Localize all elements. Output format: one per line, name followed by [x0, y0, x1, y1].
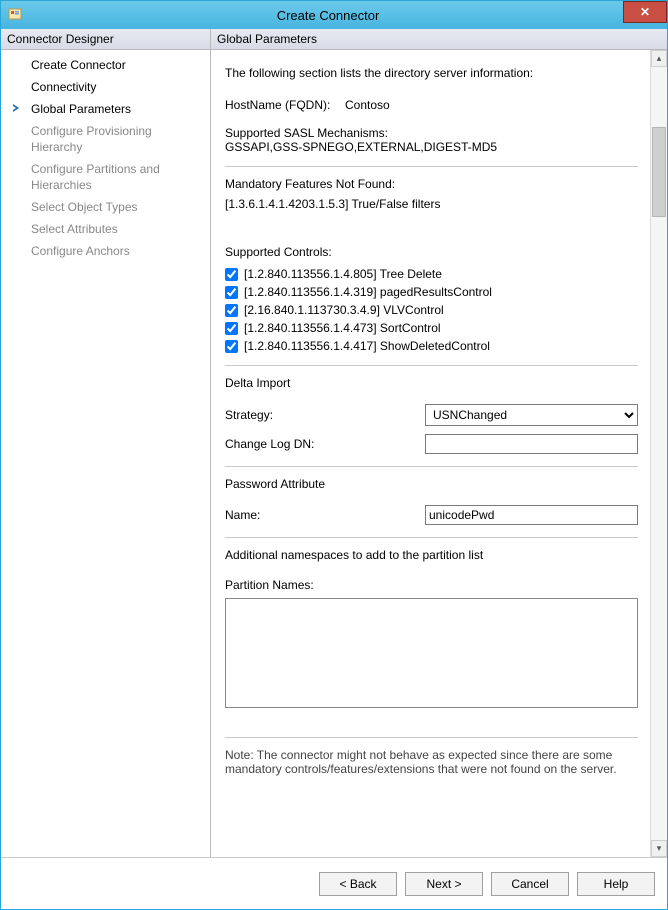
- intro-text: The following section lists the director…: [225, 66, 638, 80]
- sasl-label: Supported SASL Mechanisms:: [225, 126, 638, 140]
- body: Connector Designer Create Connector Conn…: [1, 29, 667, 857]
- strategy-row: Strategy: USNChanged: [225, 404, 638, 426]
- separator: [225, 466, 638, 467]
- window-title: Create Connector: [29, 8, 667, 23]
- note-text: Note: The connector might not behave as …: [225, 748, 638, 776]
- close-icon: ✕: [640, 5, 650, 19]
- chevron-up-icon: ▴: [657, 53, 662, 64]
- help-button[interactable]: Help: [577, 872, 655, 896]
- strategy-label: Strategy:: [225, 408, 425, 422]
- nav-header: Connector Designer: [1, 29, 210, 50]
- back-button[interactable]: < Back: [319, 872, 397, 896]
- nav-item-connectivity[interactable]: Connectivity: [11, 76, 210, 98]
- sasl-value: GSSAPI,GSS-SPNEGO,EXTERNAL,DIGEST-MD5: [225, 140, 638, 154]
- delta-header: Delta Import: [225, 376, 638, 390]
- control-checkbox[interactable]: [225, 286, 238, 299]
- partition-label: Partition Names:: [225, 578, 638, 592]
- separator: [225, 365, 638, 366]
- control-tree-delete[interactable]: [1.2.840.113556.1.4.805] Tree Delete: [225, 267, 638, 281]
- content: The following section lists the director…: [211, 50, 650, 857]
- control-label: [2.16.840.1.113730.3.4.9] VLVControl: [244, 303, 444, 317]
- nav-panel: Connector Designer Create Connector Conn…: [1, 29, 211, 857]
- strategy-select[interactable]: USNChanged: [425, 404, 638, 426]
- separator: [225, 737, 638, 738]
- scroll-track[interactable]: [651, 67, 667, 840]
- scrollbar[interactable]: ▴ ▾: [650, 50, 667, 857]
- controls-list: [1.2.840.113556.1.4.805] Tree Delete [1.…: [225, 267, 638, 353]
- pwd-name-input[interactable]: [425, 505, 638, 525]
- control-checkbox[interactable]: [225, 268, 238, 281]
- mandatory-value: [1.3.6.1.4.1.4203.1.5.3] True/False filt…: [225, 197, 638, 211]
- control-label: [1.2.840.113556.1.4.319] pagedResultsCon…: [244, 285, 492, 299]
- cancel-button[interactable]: Cancel: [491, 872, 569, 896]
- partition-names-input[interactable]: [225, 598, 638, 708]
- close-button[interactable]: ✕: [623, 1, 667, 23]
- nav-item-select-attributes: Select Attributes: [11, 218, 210, 240]
- separator: [225, 537, 638, 538]
- ns-intro: Additional namespaces to add to the part…: [225, 548, 638, 562]
- control-show-deleted[interactable]: [1.2.840.113556.1.4.417] ShowDeletedCont…: [225, 339, 638, 353]
- control-label: [1.2.840.113556.1.4.417] ShowDeletedCont…: [244, 339, 490, 353]
- nav-item-partitions-hierarchies: Configure Partitions and Hierarchies: [11, 158, 210, 196]
- nav-item-label: Configure Provisioning Hierarchy: [31, 124, 152, 154]
- hostname-value: Contoso: [345, 98, 390, 112]
- control-label: [1.2.840.113556.1.4.805] Tree Delete: [244, 267, 442, 281]
- scroll-down-button[interactable]: ▾: [651, 840, 667, 857]
- control-label: [1.2.840.113556.1.4.473] SortControl: [244, 321, 441, 335]
- pwd-name-label: Name:: [225, 508, 425, 522]
- nav-item-label: Configure Partitions and Hierarchies: [31, 162, 160, 192]
- pwd-name-row: Name:: [225, 505, 638, 525]
- nav-item-provisioning-hierarchy: Configure Provisioning Hierarchy: [11, 120, 210, 158]
- footer: < Back Next > Cancel Help: [1, 857, 667, 909]
- controls-label: Supported Controls:: [225, 245, 638, 259]
- nav-item-label: Connectivity: [31, 80, 96, 94]
- control-checkbox[interactable]: [225, 340, 238, 353]
- next-button[interactable]: Next >: [405, 872, 483, 896]
- nav-item-label: Create Connector: [31, 58, 126, 72]
- window: Create Connector ✕ Connector Designer Cr…: [0, 0, 668, 910]
- nav-item-configure-anchors: Configure Anchors: [11, 240, 210, 262]
- content-wrap: The following section lists the director…: [211, 50, 667, 857]
- scroll-up-button[interactable]: ▴: [651, 50, 667, 67]
- app-icon: [7, 7, 23, 23]
- scroll-thumb[interactable]: [652, 127, 666, 217]
- hostname-label: HostName (FQDN):: [225, 98, 345, 112]
- pwd-header: Password Attribute: [225, 477, 638, 491]
- nav-item-label: Select Object Types: [31, 200, 138, 214]
- titlebar: Create Connector ✕: [1, 1, 667, 29]
- nav-item-label: Configure Anchors: [31, 244, 130, 258]
- nav-item-object-types: Select Object Types: [11, 196, 210, 218]
- control-paged-results[interactable]: [1.2.840.113556.1.4.319] pagedResultsCon…: [225, 285, 638, 299]
- control-sort[interactable]: [1.2.840.113556.1.4.473] SortControl: [225, 321, 638, 335]
- mandatory-label: Mandatory Features Not Found:: [225, 177, 638, 191]
- nav-item-label: Global Parameters: [31, 102, 131, 116]
- control-checkbox[interactable]: [225, 322, 238, 335]
- nav-items: Create Connector Connectivity Global Par…: [1, 50, 210, 266]
- hostname-row: HostName (FQDN): Contoso: [225, 98, 638, 112]
- main-header: Global Parameters: [211, 29, 667, 50]
- control-checkbox[interactable]: [225, 304, 238, 317]
- changelog-label: Change Log DN:: [225, 437, 425, 451]
- changelog-input[interactable]: [425, 434, 638, 454]
- control-vlv[interactable]: [2.16.840.1.113730.3.4.9] VLVControl: [225, 303, 638, 317]
- chevron-down-icon: ▾: [657, 843, 662, 854]
- separator: [225, 166, 638, 167]
- changelog-row: Change Log DN:: [225, 434, 638, 454]
- main-panel: Global Parameters The following section …: [211, 29, 667, 857]
- nav-item-label: Select Attributes: [31, 222, 118, 236]
- nav-item-create-connector[interactable]: Create Connector: [11, 54, 210, 76]
- nav-item-global-parameters[interactable]: Global Parameters: [11, 98, 210, 120]
